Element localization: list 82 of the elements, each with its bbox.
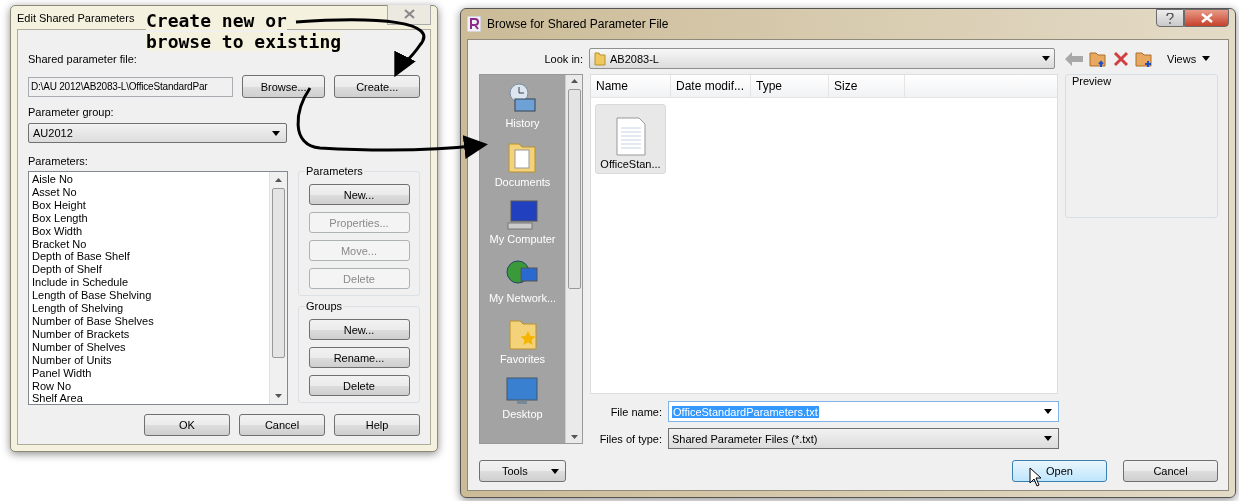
scroll-up-icon — [275, 178, 282, 182]
look-in-dropdown[interactable]: AB2083-L — [589, 48, 1055, 69]
group-title: Parameters — [305, 165, 364, 177]
app-logo-icon — [467, 16, 481, 32]
cancel-button[interactable]: Cancel — [1123, 460, 1218, 482]
column-header[interactable]: Type — [751, 75, 829, 97]
list-item[interactable]: Number of Base Shelves — [32, 314, 266, 328]
open-button[interactable]: Open — [1012, 460, 1107, 482]
mouse-cursor-icon — [1029, 467, 1041, 487]
dialog-button[interactable]: Cancel — [239, 414, 325, 436]
window-title: Browse for Shared Parameter File — [487, 17, 669, 31]
list-item[interactable]: Box Length — [32, 211, 266, 225]
window-title: Edit Shared Parameters — [17, 11, 135, 24]
dialog-button[interactable]: Help — [334, 414, 420, 436]
annotation-text: browse to existing — [146, 32, 342, 51]
column-header[interactable]: Name — [591, 75, 671, 97]
list-label: Parameters: — [28, 155, 89, 167]
create-button[interactable]: Create... — [334, 75, 420, 98]
dropdown-arrow-icon — [1202, 56, 1211, 61]
list-item[interactable]: Shelf Area — [32, 392, 266, 406]
preview-label: Preview — [1072, 75, 1112, 87]
close-icon — [1200, 13, 1213, 23]
field-label: Files of type: — [598, 432, 662, 445]
help-button[interactable] — [1156, 9, 1184, 27]
dialog-button[interactable]: OK — [144, 414, 230, 436]
parameter-list[interactable] — [28, 171, 288, 405]
list-item[interactable]: Panel Width — [32, 366, 266, 380]
folder-icon — [594, 51, 606, 66]
list-item[interactable]: Box Height — [32, 198, 266, 212]
action-button[interactable]: New... — [308, 184, 410, 205]
field-label: File name: — [609, 405, 662, 418]
scroll-down-icon — [570, 435, 578, 439]
new-folder-icon[interactable] — [1135, 49, 1153, 68]
scrollbar[interactable] — [565, 75, 582, 443]
browse-button[interactable]: Browse... — [241, 75, 326, 98]
delete-icon[interactable] — [1113, 50, 1129, 67]
views-menu[interactable]: Views — [1167, 52, 1197, 65]
computer-icon — [505, 199, 540, 231]
dropdown-arrow-icon — [1042, 56, 1050, 61]
file-type-dropdown[interactable]: Shared Parameter Files (*.txt) — [668, 428, 1059, 449]
dropdown-arrow-icon — [1044, 436, 1052, 441]
scrollbar[interactable] — [269, 172, 287, 404]
list-item[interactable]: Aisle No — [32, 173, 266, 186]
group-title: Groups — [305, 300, 344, 312]
tools-button[interactable]: Tools — [479, 460, 566, 482]
list-item[interactable]: Number of Shelves — [32, 340, 266, 354]
list-item[interactable]: Row No — [32, 379, 266, 393]
question-mark-icon — [1166, 12, 1174, 24]
action-button[interactable]: Rename... — [308, 347, 410, 368]
field-label: Shared parameter file: — [28, 53, 138, 65]
file-path-field[interactable]: D:\AU 2012\AB2083-L\OfficeStandardPar — [28, 76, 233, 97]
scroll-down-icon — [275, 394, 282, 398]
column-header[interactable]: Size — [829, 75, 905, 97]
action-button[interactable]: New... — [308, 319, 410, 340]
list-item[interactable]: Asset No — [32, 185, 266, 199]
group-dropdown[interactable]: AU2012 — [28, 123, 287, 143]
close-button[interactable] — [387, 4, 431, 25]
field-label: Look in: — [543, 52, 583, 65]
list-item[interactable]: Number of Units — [32, 353, 266, 367]
folder-icon — [507, 140, 538, 174]
close-icon — [403, 9, 415, 19]
monitor-icon — [505, 376, 540, 406]
list-item[interactable]: Include in Schedule — [32, 276, 266, 290]
file-item[interactable]: OfficeStan... — [595, 104, 666, 174]
action-button[interactable]: Delete — [308, 375, 410, 396]
list-item[interactable]: Number of Brackets — [32, 327, 266, 341]
column-header[interactable]: Date modif... — [671, 75, 751, 97]
dropdown-arrow-icon — [272, 130, 280, 136]
list-item[interactable]: Bracket No — [32, 237, 266, 251]
annotation-text: Create new or — [146, 11, 287, 30]
folder-up-icon[interactable] — [1089, 49, 1107, 68]
field-label: Parameter group: — [28, 106, 115, 118]
list-item[interactable]: Box Width — [32, 224, 266, 238]
list-item[interactable]: Depth of Shelf — [32, 263, 266, 277]
star-folder-icon — [507, 317, 538, 351]
list-item[interactable]: Depth of Base Shelf — [32, 250, 266, 264]
text-file-icon — [615, 116, 646, 156]
scroll-up-icon — [570, 79, 578, 83]
dropdown-arrow-icon — [551, 468, 559, 474]
list-item[interactable]: Length of Shelving — [32, 302, 266, 315]
dropdown-arrow-icon — [1044, 409, 1052, 414]
list-item[interactable]: Length of Base Shelving — [32, 289, 266, 303]
